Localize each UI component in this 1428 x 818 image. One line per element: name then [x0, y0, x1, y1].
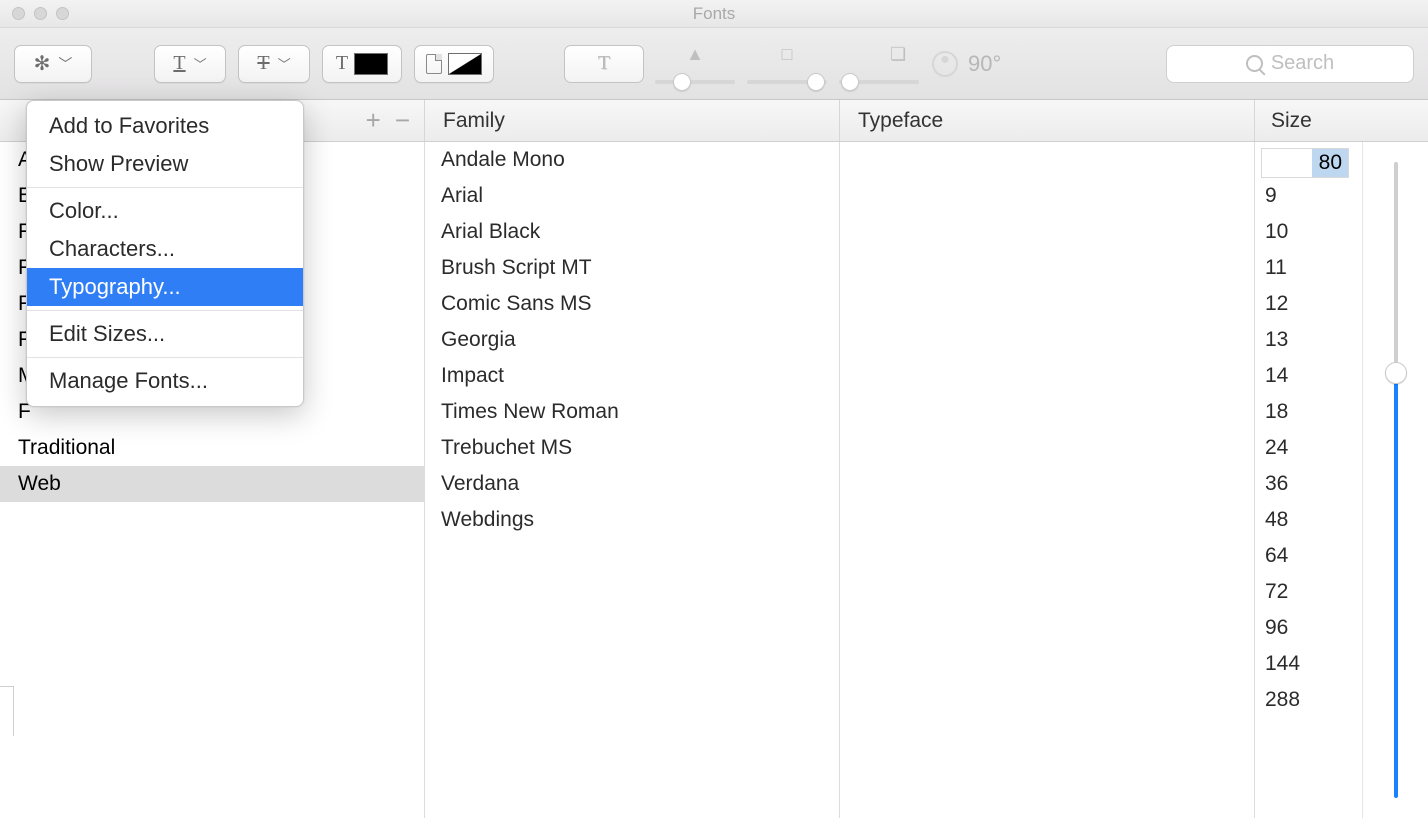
family-item[interactable]: Comic Sans MS: [425, 286, 839, 322]
window-titlebar: Fonts: [0, 0, 1428, 28]
underline-icon: T: [173, 52, 185, 75]
size-option[interactable]: 11: [1255, 250, 1362, 286]
slider-knob[interactable]: [841, 73, 859, 91]
shadow-sliders: ▲ □ ❏: [652, 40, 922, 88]
menu-item[interactable]: Show Preview: [27, 145, 303, 183]
size-option[interactable]: 36: [1255, 466, 1362, 502]
close-window-button[interactable]: [12, 7, 25, 20]
angle-value: 90°: [968, 51, 1001, 77]
gear-icon: ✻: [34, 51, 51, 76]
text-color-button[interactable]: T: [322, 45, 402, 83]
toolbar: ✻ ﹀ T ﹀ T ﹀ T T ▲ □ ❏: [0, 28, 1428, 100]
size-option[interactable]: 24: [1255, 430, 1362, 466]
shadow-opacity-slider[interactable]: ▲: [652, 40, 738, 88]
menu-item[interactable]: Characters...: [27, 230, 303, 268]
square-shadow-icon: ❏: [890, 44, 906, 65]
triangle-icon: ▲: [686, 44, 704, 65]
shadow-angle-control[interactable]: 90°: [932, 51, 1001, 77]
menu-item[interactable]: Add to Favorites: [27, 107, 303, 145]
family-header: Family: [425, 100, 840, 141]
strikethrough-button[interactable]: T ﹀: [238, 45, 310, 83]
color-swatch-diagonal: [448, 53, 482, 75]
family-item[interactable]: Georgia: [425, 322, 839, 358]
size-header: Size: [1255, 100, 1428, 141]
add-collection-button[interactable]: +: [366, 105, 381, 136]
size-option[interactable]: 13: [1255, 322, 1362, 358]
slider-track: [1394, 162, 1398, 372]
size-option[interactable]: 10: [1255, 214, 1362, 250]
search-icon: [1246, 55, 1263, 72]
size-left-pane: 9101112131418243648647296144288: [1255, 142, 1363, 818]
menu-item[interactable]: Typography...: [27, 268, 303, 306]
size-option[interactable]: 64: [1255, 538, 1362, 574]
chevron-down-icon: ﹀: [58, 54, 72, 74]
slider-knob[interactable]: [807, 73, 825, 91]
size-option[interactable]: 48: [1255, 502, 1362, 538]
collection-item[interactable]: Web: [0, 466, 424, 502]
family-item[interactable]: Arial Black: [425, 214, 839, 250]
pane-resize-handle[interactable]: [0, 686, 14, 736]
angle-dial-icon[interactable]: [932, 51, 958, 77]
zoom-window-button[interactable]: [56, 7, 69, 20]
search-placeholder: Search: [1271, 52, 1334, 75]
text-effect-group: T ﹀ T ﹀ T: [154, 45, 494, 83]
strikethrough-icon: T: [257, 52, 269, 75]
document-color-button[interactable]: [414, 45, 494, 83]
page-icon: [426, 54, 442, 74]
family-item[interactable]: Verdana: [425, 466, 839, 502]
shadow-blur-slider[interactable]: □: [744, 40, 830, 88]
size-slider[interactable]: [1363, 142, 1428, 818]
shadow-offset-slider[interactable]: ❏: [836, 40, 922, 88]
text-shadow-toggle[interactable]: T: [564, 45, 644, 83]
menu-separator: [27, 357, 303, 358]
size-input[interactable]: [1261, 148, 1349, 178]
minimize-window-button[interactable]: [34, 7, 47, 20]
size-option[interactable]: 9: [1255, 178, 1362, 214]
slider-knob[interactable]: [1385, 362, 1407, 384]
size-option[interactable]: 14: [1255, 358, 1362, 394]
family-item[interactable]: Andale Mono: [425, 142, 839, 178]
collection-item[interactable]: Traditional: [18, 430, 424, 466]
chevron-down-icon: ﹀: [194, 54, 207, 73]
menu-item[interactable]: Color...: [27, 192, 303, 230]
family-item[interactable]: Webdings: [425, 502, 839, 538]
family-item[interactable]: Impact: [425, 358, 839, 394]
size-option[interactable]: 288: [1255, 682, 1362, 718]
size-option[interactable]: 18: [1255, 394, 1362, 430]
window-title: Fonts: [0, 4, 1428, 24]
family-item[interactable]: Trebuchet MS: [425, 430, 839, 466]
chevron-down-icon: ﹀: [278, 54, 291, 73]
menu-separator: [27, 310, 303, 311]
underline-button[interactable]: T ﹀: [154, 45, 226, 83]
slider-knob[interactable]: [673, 73, 691, 91]
size-option[interactable]: 144: [1255, 646, 1362, 682]
action-menu: Add to FavoritesShow Preview Color...Char…: [26, 100, 304, 407]
menu-item[interactable]: Edit Sizes...: [27, 315, 303, 353]
typeface-list: [840, 142, 1255, 818]
text-color-icon: T: [336, 52, 348, 75]
square-outline-icon: □: [782, 44, 793, 65]
size-option[interactable]: 72: [1255, 574, 1362, 610]
family-list: Andale MonoArialArial BlackBrush Script …: [425, 142, 840, 818]
search-field[interactable]: Search: [1166, 45, 1414, 83]
slider-fill: [1394, 372, 1398, 798]
family-item[interactable]: Arial: [425, 178, 839, 214]
size-column: 9101112131418243648647296144288: [1255, 142, 1428, 818]
size-option[interactable]: 96: [1255, 610, 1362, 646]
window-controls: [0, 7, 69, 20]
size-list: 9101112131418243648647296144288: [1255, 178, 1362, 818]
menu-item[interactable]: Manage Fonts...: [27, 362, 303, 400]
size-option[interactable]: 12: [1255, 286, 1362, 322]
color-swatch-black: [354, 53, 388, 75]
shadow-t-icon: T: [598, 52, 610, 75]
family-item[interactable]: Times New Roman: [425, 394, 839, 430]
typeface-header: Typeface: [840, 100, 1255, 141]
menu-separator: [27, 187, 303, 188]
family-item[interactable]: Brush Script MT: [425, 250, 839, 286]
remove-collection-button[interactable]: −: [395, 105, 410, 136]
action-menu-button[interactable]: ✻ ﹀: [14, 45, 92, 83]
